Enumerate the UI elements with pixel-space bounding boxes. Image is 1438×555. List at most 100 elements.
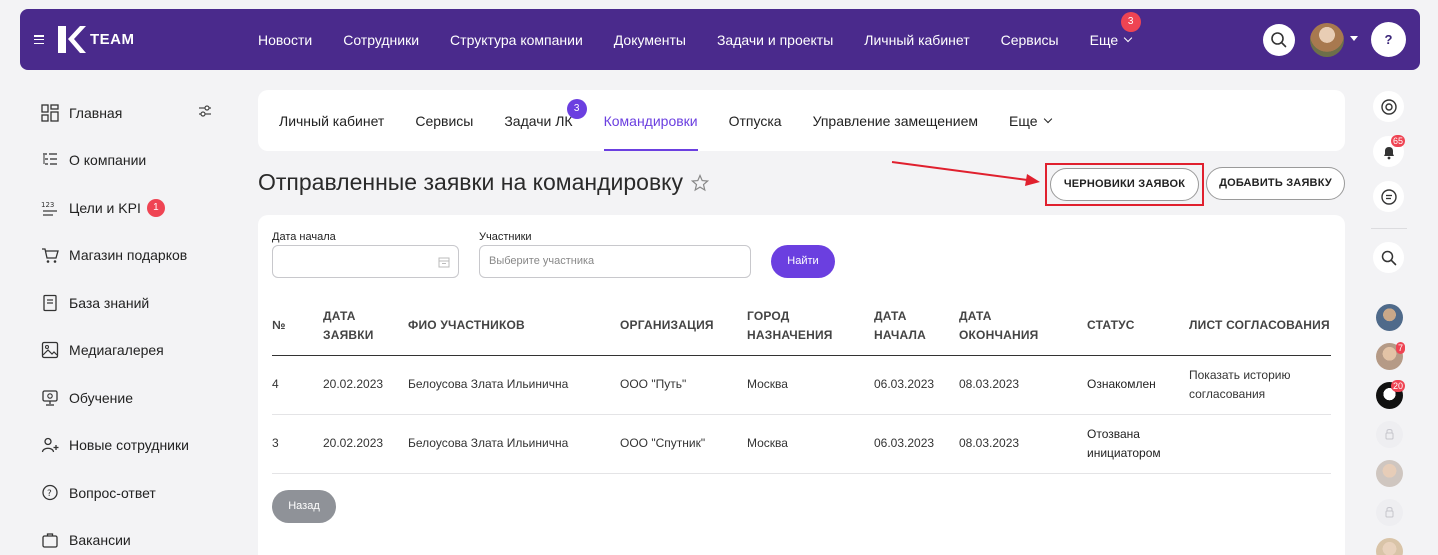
logo[interactable]: TEAM <box>58 26 135 53</box>
col-city-line1: ГОРОД <box>747 308 790 323</box>
participants-input[interactable]: Выберите участника <box>479 245 751 278</box>
nav-documents[interactable]: Документы <box>614 32 686 48</box>
back-button[interactable]: Назад <box>272 490 336 523</box>
table-row[interactable]: 3 20.02.2023 Белоусова Злата Ильинична О… <box>272 414 1331 474</box>
star-icon[interactable] <box>690 171 710 198</box>
logo-k-icon <box>58 26 86 53</box>
company-icon <box>40 150 60 170</box>
col-start-date[interactable]: ДАТА НАЧАЛА <box>874 297 959 356</box>
page-title: Отправленные заявки на командировку <box>258 169 710 198</box>
col-end-date[interactable]: ДАТА ОКОНЧАНИЯ <box>959 297 1087 356</box>
rail-messages-button[interactable] <box>1373 181 1404 212</box>
kpi-icon: 123 <box>40 198 60 218</box>
cell-participants: Белоусова Злата Ильинична <box>408 355 620 415</box>
user-icon <box>1385 507 1394 518</box>
col-end-date-line1: ДАТА <box>959 308 992 323</box>
search-button[interactable] <box>1263 24 1295 56</box>
sidebar-item-faq[interactable]: ? Вопрос-ответ <box>40 469 220 517</box>
tab-substitution[interactable]: Управление замещением <box>813 90 978 151</box>
cell-organization: ООО "Путь" <box>620 355 747 415</box>
main-nav: Новости Сотрудники Структура компании До… <box>258 9 1162 70</box>
sidebar-item-education[interactable]: Обучение <box>40 374 220 422</box>
cell-status: Ознакомлен <box>1087 355 1189 415</box>
cell-end-date: 08.03.2023 <box>959 414 1087 474</box>
sidebar-item-label: База знаний <box>69 294 150 311</box>
sidebar-item-about[interactable]: О компании <box>40 137 220 185</box>
sidebar-item-kpi[interactable]: 123 Цели и KPI 1 <box>40 184 220 232</box>
find-button[interactable]: Найти <box>771 245 835 278</box>
education-icon <box>40 388 60 408</box>
requests-card: Дата начала Участники Выберите участника… <box>258 215 1345 555</box>
show-history-link[interactable]: Показать историю <box>1189 368 1290 382</box>
rail-search-button[interactable] <box>1373 242 1404 273</box>
calendar-icon[interactable] <box>438 256 450 268</box>
col-end-date-line2: ОКОНЧАНИЯ <box>959 327 1039 342</box>
sidebar-item-label: Новые сотрудники <box>69 437 189 454</box>
caret-down-icon[interactable] <box>1350 36 1358 41</box>
sidebar-item-new-employees[interactable]: Новые сотрудники <box>40 422 220 470</box>
logo-text: TEAM <box>90 31 135 48</box>
show-history-link-line2[interactable]: согласования <box>1189 387 1265 401</box>
participants-label: Участники <box>479 231 532 243</box>
nav-more[interactable]: Еще 3 <box>1090 11 1141 48</box>
cell-approval[interactable]: Показать историю согласования <box>1189 355 1331 415</box>
requests-table: № ДАТА ЗАЯВКИ ФИО УЧАСТНИКОВ ОРГАНИЗАЦИЯ … <box>272 297 1331 474</box>
help-button[interactable]: ? <box>1371 22 1406 57</box>
tab-tasks[interactable]: Задачи ЛК 3 <box>504 90 587 151</box>
user-avatar[interactable] <box>1310 23 1344 57</box>
nav-tasks[interactable]: Задачи и проекты <box>717 32 833 48</box>
col-start-date-line2: НАЧАЛА <box>874 327 926 342</box>
contact-avatar[interactable] <box>1376 460 1403 487</box>
contact-avatar-placeholder[interactable] <box>1376 421 1403 448</box>
tab-personal-account[interactable]: Личный кабинет <box>279 90 384 151</box>
col-city[interactable]: ГОРОД НАЗНАЧЕНИЯ <box>747 297 874 356</box>
nav-employees[interactable]: Сотрудники <box>343 32 419 48</box>
status-line1: Ознакомлен <box>1087 377 1156 391</box>
col-number[interactable]: № <box>272 297 323 356</box>
tab-more-label: Еще <box>1009 112 1038 129</box>
table-header-row: № ДАТА ЗАЯВКИ ФИО УЧАСТНИКОВ ОРГАНИЗАЦИЯ … <box>272 297 1331 356</box>
contact-avatar[interactable] <box>1376 304 1403 331</box>
col-request-date[interactable]: ДАТА ЗАЯВКИ <box>323 297 408 356</box>
col-city-line2: НАЗНАЧЕНИЯ <box>747 327 833 342</box>
col-status[interactable]: СТАТУС <box>1087 297 1189 356</box>
tab-services[interactable]: Сервисы <box>415 90 473 151</box>
drafts-button[interactable]: ЧЕРНОВИКИ ЗАЯВОК <box>1050 168 1199 201</box>
sidebar-item-label: Вопрос-ответ <box>69 484 156 501</box>
nav-news[interactable]: Новости <box>258 32 312 48</box>
nav-more-badge: 3 <box>1120 11 1141 32</box>
sliders-icon[interactable] <box>198 104 212 121</box>
tab-more[interactable]: Еще <box>1009 90 1052 151</box>
page-title-text: Отправленные заявки на командировку <box>258 169 683 195</box>
col-request-date-line1: ДАТА <box>323 308 356 323</box>
sidebar-item-home[interactable]: Главная <box>40 89 220 137</box>
sidebar-item-label: О компании <box>69 152 147 169</box>
sidebar-item-vacancies[interactable]: Вакансии <box>40 517 220 555</box>
nav-structure[interactable]: Структура компании <box>450 32 583 48</box>
sidebar-item-knowledge-base[interactable]: База знаний <box>40 279 220 327</box>
col-participants[interactable]: ФИО УЧАСТНИКОВ <box>408 297 620 356</box>
col-organization[interactable]: ОРГАНИЗАЦИЯ <box>620 297 747 356</box>
nav-personal-account[interactable]: Личный кабинет <box>864 32 969 48</box>
col-approval-sheet[interactable]: ЛИСТ СОГЛАСОВАНИЯ <box>1189 297 1331 356</box>
col-start-date-line1: ДАТА <box>874 308 907 323</box>
cell-end-date: 08.03.2023 <box>959 355 1087 415</box>
svg-text:?: ? <box>47 489 52 499</box>
sidebar-item-media-gallery[interactable]: Медиагалерея <box>40 327 220 375</box>
nav-services[interactable]: Сервисы <box>1001 32 1059 48</box>
tab-vacations[interactable]: Отпуска <box>729 90 782 151</box>
tabs-card: Личный кабинет Сервисы Задачи ЛК 3 Коман… <box>258 90 1345 151</box>
contact-avatar[interactable] <box>1376 538 1403 555</box>
tab-business-trips[interactable]: Командировки <box>603 90 698 151</box>
cell-number: 4 <box>272 355 323 415</box>
rail-chat-button[interactable] <box>1373 91 1404 122</box>
menu-icon[interactable] <box>34 35 44 45</box>
add-request-button[interactable]: ДОБАВИТЬ ЗАЯВКУ <box>1206 167 1345 200</box>
table-row[interactable]: 4 20.02.2023 Белоусова Злата Ильинична О… <box>272 355 1331 415</box>
start-date-input[interactable] <box>272 245 459 278</box>
search-icon <box>1271 32 1287 48</box>
contact-avatar-placeholder[interactable] <box>1376 499 1403 526</box>
sidebar-item-label: Главная <box>69 104 123 121</box>
sidebar-item-gift-shop[interactable]: Магазин подарков <box>40 232 220 280</box>
cell-request-date: 20.02.2023 <box>323 414 408 474</box>
